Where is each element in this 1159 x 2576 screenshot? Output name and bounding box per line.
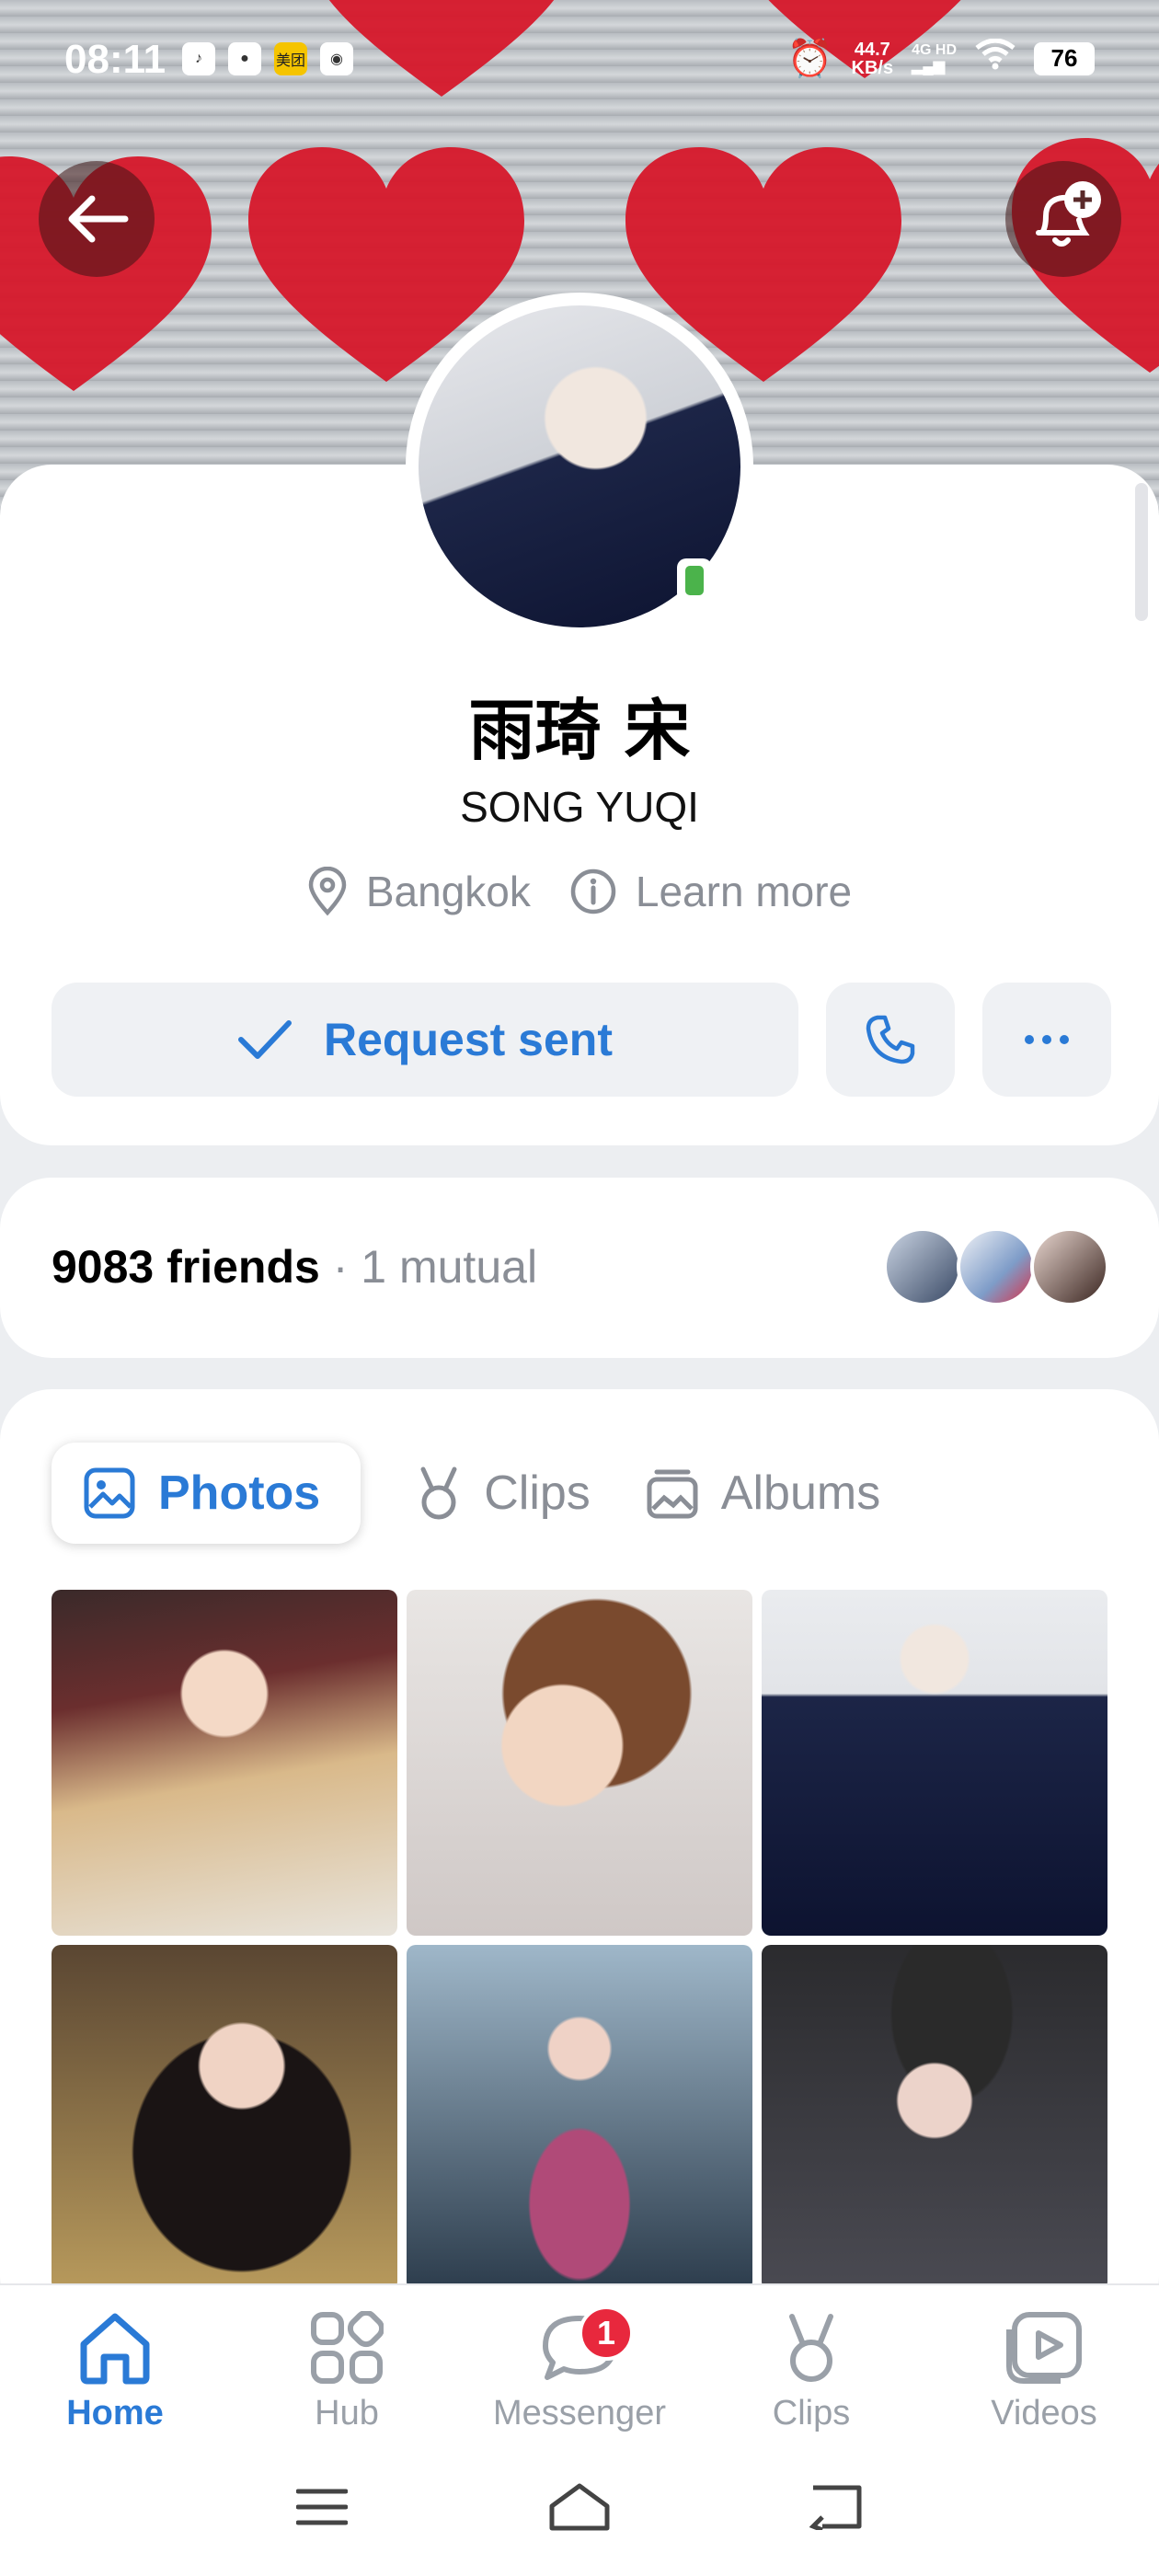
location-label: Bangkok <box>365 868 531 915</box>
status-time: 08:11 <box>64 37 166 82</box>
net-speed-unit: KB/s <box>851 57 894 78</box>
request-sent-label: Request sent <box>324 1014 613 1065</box>
tab-clips-label: Clips <box>484 1466 591 1520</box>
more-dots-icon <box>1025 1035 1069 1044</box>
check-icon <box>238 1020 293 1059</box>
nav-clips[interactable]: Clips <box>715 2302 908 2433</box>
nav-videos-label: Videos <box>991 2394 1097 2432</box>
request-sent-button[interactable]: Request sent <box>52 983 798 1097</box>
media-tabs: Photos Clips Albums <box>52 1443 880 1544</box>
tab-clips[interactable]: Clips <box>416 1443 591 1544</box>
friend-avatar[interactable] <box>957 1227 1036 1306</box>
friends-summary: 9083 friends · 1 mutual <box>52 1240 537 1294</box>
system-back-icon[interactable] <box>809 2484 863 2530</box>
net-speed-value: 44.7 <box>854 39 890 60</box>
photo-thumbnail[interactable] <box>407 1945 752 2291</box>
tab-photos-label: Photos <box>158 1466 321 1520</box>
alarm-icon: ⏰ <box>786 39 833 79</box>
tab-albums[interactable]: Albums <box>646 1443 880 1544</box>
messenger-badge: 1 <box>579 2306 634 2361</box>
learn-more-link[interactable]: Learn more <box>569 867 852 916</box>
video-play-icon <box>1006 2312 1082 2384</box>
nav-messenger-label: Messenger <box>493 2394 666 2432</box>
signal-icon: 4G HD ▂▄▆ <box>912 41 957 75</box>
recents-menu-icon[interactable] <box>296 2488 348 2526</box>
photo-thumbnail[interactable] <box>762 1945 1107 2291</box>
meituan-icon: 美团 <box>274 42 307 75</box>
arrow-left-icon <box>68 195 129 243</box>
image-icon <box>84 1467 135 1519</box>
music-icon: ◉ <box>320 42 353 75</box>
grid-icon <box>311 2311 384 2384</box>
info-icon <box>570 868 616 914</box>
nav-home-label: Home <box>66 2394 164 2432</box>
wifi-icon <box>975 38 1016 79</box>
mutual-friends: · 1 mutual <box>332 1241 538 1293</box>
friends-card[interactable]: 9083 friends · 1 mutual <box>0 1178 1159 1358</box>
friend-avatar[interactable] <box>1030 1227 1109 1306</box>
clips-icon <box>420 1466 457 1520</box>
nav-hub[interactable]: Hub <box>250 2302 443 2433</box>
status-right: ⏰ 44.7 KB/s 4G HD ▂▄▆ 76 <box>787 37 1095 80</box>
nav-clips-label: Clips <box>772 2394 851 2432</box>
location-pin-icon <box>308 867 347 916</box>
back-button[interactable] <box>39 161 155 277</box>
bottom-navigation: Home Hub 1 Messenger Clips Videos <box>0 2283 1159 2576</box>
battery-indicator: 76 <box>1034 41 1095 75</box>
net-speed: 44.7 KB/s <box>852 40 894 77</box>
home-icon <box>80 2313 150 2385</box>
tab-albums-label: Albums <box>720 1466 881 1520</box>
app-icon: ● <box>228 42 261 75</box>
friends-count: 9083 friends <box>52 1241 320 1293</box>
system-navigation <box>0 2477 1159 2541</box>
friend-avatar[interactable] <box>883 1227 962 1306</box>
media-card: Photos Clips Albums <box>0 1389 1159 2328</box>
profile-name: 雨琦 宋 <box>468 692 691 769</box>
profile-latin-name: SONG YUQI <box>460 783 699 831</box>
albums-icon <box>647 1469 698 1519</box>
nav-hub-label: Hub <box>315 2394 379 2432</box>
learn-more-label: Learn more <box>635 868 853 915</box>
call-button[interactable] <box>826 983 955 1097</box>
clips-icon <box>789 2314 833 2382</box>
photo-thumbnail[interactable] <box>52 1945 397 2291</box>
status-bar: 08:11 ♪ ● 美团 ◉ ⏰ 44.7 KB/s 4G HD ▂▄▆ 76 <box>0 0 1159 129</box>
profile-actions: Request sent <box>52 983 1111 1097</box>
photo-thumbnail[interactable] <box>52 1590 397 1936</box>
scroll-indicator[interactable] <box>1135 483 1148 621</box>
more-options-button[interactable] <box>982 983 1111 1097</box>
bell-plus-icon <box>1036 181 1101 247</box>
photo-thumbnail[interactable] <box>762 1590 1107 1936</box>
photo-thumbnail[interactable] <box>407 1590 752 1936</box>
network-type: 4G HD <box>912 41 957 58</box>
online-mobile-indicator <box>677 558 712 603</box>
system-home-icon[interactable] <box>548 2482 611 2532</box>
tab-photos[interactable]: Photos <box>52 1443 361 1544</box>
location: Bangkok <box>307 867 531 916</box>
profile-meta: Bangkok Learn more <box>0 867 1159 916</box>
status-app-icons: ♪ ● 美团 ◉ <box>182 42 353 75</box>
douyin-icon: ♪ <box>182 42 215 75</box>
notifications-button[interactable] <box>1005 161 1121 277</box>
photo-grid <box>52 1590 1107 2291</box>
nav-messenger[interactable]: 1 Messenger <box>483 2302 676 2433</box>
nav-home[interactable]: Home <box>18 2302 212 2433</box>
phone-icon <box>866 1015 915 1064</box>
nav-videos[interactable]: Videos <box>947 2302 1141 2433</box>
